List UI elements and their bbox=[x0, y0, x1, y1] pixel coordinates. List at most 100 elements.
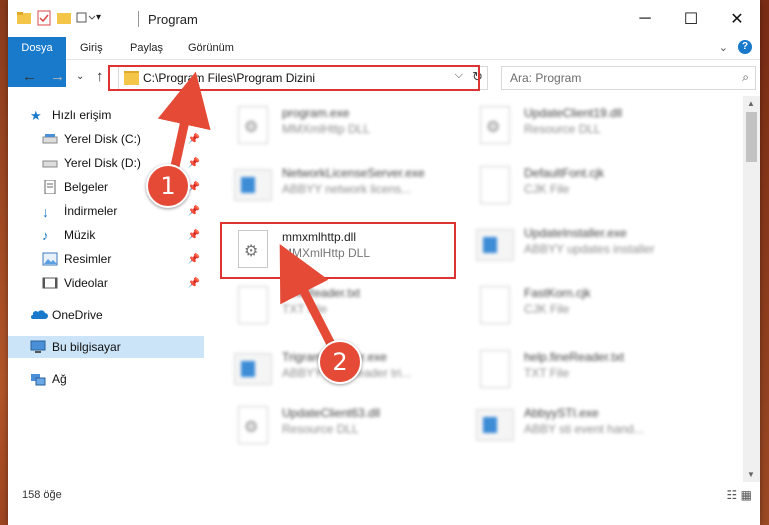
up-arrow-icon[interactable]: ↑ bbox=[96, 68, 104, 85]
file-icon bbox=[234, 286, 272, 324]
new-folder-icon[interactable] bbox=[56, 10, 72, 26]
search-icon: ⌕ bbox=[742, 70, 749, 84]
dll-icon bbox=[476, 106, 514, 144]
sidebar-item-network[interactable]: Ağ bbox=[30, 368, 204, 390]
title-bar: ▾ Program ─ ☐ ✕ bbox=[8, 0, 760, 37]
title-separator bbox=[138, 11, 139, 27]
sidebar-label: Ağ bbox=[52, 372, 67, 386]
file-list: program.exe MMXmlHttp DLL UpdateClient19… bbox=[228, 96, 738, 480]
dll-icon bbox=[234, 406, 272, 444]
file-name: help.fineReader.txt bbox=[524, 350, 625, 364]
pin-icon[interactable]: 📌 bbox=[188, 278, 200, 289]
sidebar-label: Belgeler bbox=[64, 180, 109, 194]
sidebar-item-pictures[interactable]: Resimler 📌 bbox=[42, 248, 204, 270]
list-item[interactable]: NetworkLicenseServer.exe ABBYY network l… bbox=[232, 160, 462, 210]
list-item[interactable]: FineReader.txt TXT File bbox=[232, 280, 462, 330]
properties-icon[interactable] bbox=[36, 10, 52, 26]
sidebar-label: Hızlı erişim bbox=[52, 108, 112, 122]
file-description: CJK File bbox=[524, 182, 570, 196]
pin-icon[interactable]: 📌 bbox=[188, 230, 200, 241]
customize-icon[interactable] bbox=[76, 10, 96, 26]
file-name: UpdateClient19.dll bbox=[524, 106, 623, 120]
status-bar: 158 öğe ☷ ▦ bbox=[8, 486, 760, 506]
sidebar-label: Yerel Disk (D:) bbox=[64, 156, 141, 170]
sidebar-label: Bu bilgisayar bbox=[52, 340, 121, 354]
folder-icon[interactable] bbox=[16, 10, 32, 26]
sidebar-label: Resimler bbox=[64, 252, 112, 266]
minimize-button[interactable]: ─ bbox=[622, 0, 668, 37]
scroll-up-icon[interactable]: ▲ bbox=[747, 99, 755, 108]
file-description: TXT File bbox=[524, 366, 570, 380]
list-item[interactable]: FastKorn.cjk CJK File bbox=[474, 280, 704, 330]
callout-badge-1: 1 bbox=[146, 164, 190, 208]
drive-icon bbox=[42, 156, 58, 170]
quick-access-toolbar: ▾ bbox=[16, 10, 112, 26]
sidebar-item-onedrive[interactable]: OneDrive bbox=[30, 304, 204, 326]
vertical-scrollbar[interactable]: ▲ ▼ bbox=[743, 96, 760, 482]
list-item[interactable]: DefaultFont.cjk CJK File bbox=[474, 160, 704, 210]
address-bar-highlight bbox=[108, 65, 480, 91]
file-icon bbox=[476, 286, 514, 324]
pin-icon[interactable]: 📌 bbox=[188, 206, 200, 217]
sidebar-label: Müzik bbox=[64, 228, 96, 242]
expand-ribbon-icon[interactable]: ⌄ bbox=[719, 41, 728, 54]
file-name: UpdateClient63.dll bbox=[282, 406, 381, 420]
scroll-thumb[interactable] bbox=[746, 112, 757, 162]
tab-share[interactable]: Paylaş bbox=[130, 37, 163, 59]
star-icon: ★ bbox=[30, 108, 42, 123]
list-item[interactable]: program.exe MMXmlHttp DLL bbox=[232, 100, 462, 150]
back-arrow-icon[interactable]: ← bbox=[22, 68, 37, 85]
history-dropdown-icon[interactable]: ⌄ bbox=[76, 71, 84, 82]
sidebar-item-music[interactable]: ♪ Müzik 📌 bbox=[42, 224, 204, 246]
help-icon[interactable]: ? bbox=[738, 40, 752, 54]
sidebar-label: OneDrive bbox=[52, 308, 103, 322]
details-view-icon[interactable]: ☷ bbox=[727, 488, 738, 502]
callout-badge-2: 2 bbox=[318, 340, 362, 384]
computer-icon bbox=[30, 340, 46, 354]
file-name: DefaultFont.cjk bbox=[524, 166, 605, 180]
file-description: ABBY sti event hand... bbox=[524, 422, 644, 436]
list-item[interactable]: help.fineReader.txt TXT File bbox=[474, 344, 704, 394]
pin-icon[interactable]: 📌 bbox=[188, 254, 200, 265]
sidebar-item-disk-c[interactable]: Yerel Disk (C:) 📌 bbox=[42, 128, 204, 150]
tiles-view-icon[interactable]: ▦ bbox=[741, 488, 752, 502]
list-item[interactable]: UpdateInstaller.exe ABBYY updates instal… bbox=[474, 220, 704, 270]
file-name: NetworkLicenseServer.exe bbox=[282, 166, 425, 180]
list-item[interactable]: UpdateClient19.dll Resource DLL bbox=[474, 100, 704, 150]
list-item[interactable]: UpdateClient63.dll Resource DLL bbox=[232, 400, 462, 450]
file-name: UpdateInstaller.exe bbox=[524, 226, 627, 240]
close-button[interactable]: ✕ bbox=[714, 0, 760, 37]
exe-icon bbox=[234, 166, 272, 204]
dll-icon bbox=[234, 106, 272, 144]
maximize-button[interactable]: ☐ bbox=[668, 0, 714, 37]
window-controls: ─ ☐ ✕ bbox=[622, 0, 760, 37]
file-name: AbbyySTI.exe bbox=[524, 406, 599, 420]
scroll-down-icon[interactable]: ▼ bbox=[747, 470, 755, 479]
file-description: Resource DLL bbox=[282, 422, 359, 436]
pictures-icon bbox=[42, 252, 58, 266]
sidebar-item-quick-access[interactable]: ★ Hızlı erişim bbox=[30, 104, 226, 126]
sidebar-item-videos[interactable]: Videolar 📌 bbox=[42, 272, 204, 294]
ribbon-tabs: Dosya Giriş Paylaş Görünüm ⌄ ? bbox=[8, 37, 760, 87]
search-input[interactable]: Ara: Program ⌕ bbox=[501, 66, 756, 90]
list-item[interactable]: AbbyySTI.exe ABBY sti event hand... bbox=[474, 400, 704, 450]
item-count: 158 öğe bbox=[22, 489, 62, 501]
network-icon bbox=[30, 372, 46, 386]
tab-view[interactable]: Görünüm bbox=[188, 37, 234, 59]
sidebar-label: Yerel Disk (C:) bbox=[64, 132, 141, 146]
window-title: Program bbox=[148, 12, 198, 27]
file-name: FastKorn.cjk bbox=[524, 286, 591, 300]
file-icon bbox=[476, 350, 514, 388]
file-description: ABBYY updates installer bbox=[524, 242, 655, 256]
view-toggle: ☷ ▦ bbox=[727, 488, 752, 502]
sidebar-item-this-pc[interactable]: Bu bilgisayar bbox=[8, 336, 204, 358]
file-highlight bbox=[220, 222, 456, 279]
pin-icon[interactable]: 📌 bbox=[188, 158, 200, 169]
pin-icon[interactable]: 📌 bbox=[188, 134, 200, 145]
tab-home[interactable]: Giriş bbox=[80, 37, 103, 59]
dropdown-icon[interactable]: ▾ bbox=[96, 10, 112, 26]
forward-arrow-icon[interactable]: → bbox=[50, 68, 65, 85]
sidebar-label: İndirmeler bbox=[64, 204, 118, 218]
documents-icon bbox=[42, 179, 58, 195]
cloud-icon bbox=[30, 308, 48, 322]
